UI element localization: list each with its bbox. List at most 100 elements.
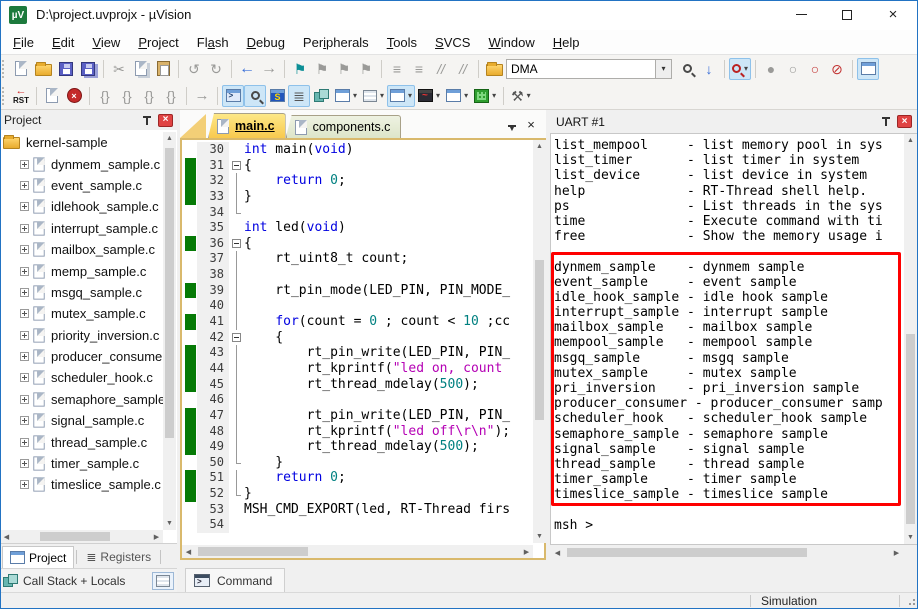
workspace-tab-registers[interactable]: ≣ Registers	[79, 546, 158, 568]
code-line-43[interactable]: 43 rt_pin_write(LED_PIN, PIN_	[184, 345, 533, 361]
fold-collapse-icon[interactable]	[232, 332, 241, 342]
menu-tools[interactable]: Tools	[378, 32, 426, 53]
stop-button[interactable]: ×	[63, 85, 85, 107]
tree-item-scheduler_hook-c[interactable]: scheduler_hook.c	[0, 367, 163, 388]
code-line-45[interactable]: 45 rt_thread_mdelay(500);	[184, 376, 533, 393]
expand-plus-icon[interactable]	[20, 459, 29, 469]
run-to-cursor-button[interactable]: {}	[160, 85, 182, 107]
watch-window-button[interactable]: ▾	[332, 85, 360, 107]
scroll-right-arrow-icon[interactable]: ▶	[890, 546, 903, 559]
code-line-37[interactable]: 37 rt_uint8_t count;	[184, 251, 533, 268]
command-window-tab[interactable]: Command	[185, 568, 285, 592]
uart-panel-close-button[interactable]: ×	[897, 115, 912, 128]
incremental-find-button[interactable]: ↓	[698, 58, 720, 80]
system-viewer-button[interactable]: ▾	[443, 85, 471, 107]
scroll-right-arrow-icon[interactable]: ▶	[520, 545, 533, 558]
previous-bookmark-button[interactable]: ⚑	[311, 58, 333, 80]
expand-plus-icon[interactable]	[20, 352, 29, 362]
editor-horizontal-scrollbar[interactable]: ◀ ▶	[182, 545, 533, 558]
scroll-left-arrow-icon[interactable]: ◀	[182, 545, 195, 558]
editor-tab-main-c[interactable]: main.c	[208, 113, 286, 138]
tree-item-priority_inversion-c[interactable]: priority_inversion.c	[0, 325, 163, 346]
expand-plus-icon[interactable]	[20, 394, 29, 404]
code-line-42[interactable]: 42 {	[184, 329, 533, 346]
expand-plus-icon[interactable]	[20, 159, 29, 169]
code-line-31[interactable]: 31 {	[184, 157, 533, 174]
step-out-button[interactable]: {}	[138, 85, 160, 107]
tree-item-dynmem_sample-c[interactable]: dynmem_sample.c	[0, 153, 163, 174]
scroll-up-arrow-icon[interactable]: ▲	[904, 134, 917, 147]
tree-root-kernel-sample[interactable]: kernel-sample	[0, 132, 163, 153]
expand-plus-icon[interactable]	[20, 330, 29, 340]
debug-tools-button[interactable]: ⚒ ▾	[508, 85, 534, 107]
expand-plus-icon[interactable]	[20, 373, 29, 383]
menu-svcs[interactable]: SVCS	[426, 32, 479, 53]
project-panel-close-button[interactable]: ×	[158, 113, 173, 127]
save-button[interactable]	[55, 58, 77, 80]
scroll-down-arrow-icon[interactable]: ▼	[163, 517, 176, 530]
code-line-33[interactable]: 33}	[184, 188, 533, 205]
disassembly-window-button[interactable]	[244, 84, 266, 107]
expand-plus-icon[interactable]	[20, 202, 29, 212]
code-line-36[interactable]: 36 {	[184, 235, 533, 252]
code-line-30[interactable]: 30 int main(void)	[184, 142, 533, 158]
show-next-statement-button[interactable]: →	[191, 85, 213, 107]
fold-collapse-icon[interactable]	[232, 238, 241, 248]
disable-all-breakpoints-button[interactable]: ○	[804, 58, 826, 80]
menu-help[interactable]: Help	[544, 32, 589, 53]
pin-icon[interactable]	[881, 116, 891, 127]
code-area[interactable]: 30 int main(void) 31{32 return 0; 33} 34 35 in…	[184, 142, 533, 547]
workspace-tab-project[interactable]: Project	[2, 546, 75, 568]
command-window-button[interactable]	[222, 84, 244, 107]
scroll-up-arrow-icon[interactable]: ▲	[163, 132, 176, 145]
uart-vertical-scrollbar[interactable]: ▲ ▼	[904, 134, 917, 544]
tree-item-timeslice_sample-c[interactable]: timeslice_sample.c	[0, 474, 163, 495]
code-line-47[interactable]: 47 rt_pin_write(LED_PIN, PIN_	[184, 407, 533, 424]
serial-window-button[interactable]: ▾	[387, 84, 416, 107]
call-stack-window-button[interactable]	[310, 85, 332, 107]
symbol-window-button[interactable]: S	[266, 85, 288, 107]
minimize-button[interactable]	[778, 0, 824, 29]
tree-item-signal_sample-c[interactable]: signal_sample.c	[0, 410, 163, 431]
expand-plus-icon[interactable]	[20, 180, 29, 190]
code-line-34[interactable]: 34	[184, 204, 533, 221]
code-line-46[interactable]: 46	[184, 392, 533, 408]
scroll-right-arrow-icon[interactable]: ▶	[150, 530, 163, 543]
unindent-button[interactable]: ≡	[408, 58, 430, 80]
tree-item-interrupt_sample-c[interactable]: interrupt_sample.c	[0, 218, 163, 239]
call-stack-locals-bar[interactable]: Call Stack + Locals	[0, 568, 177, 592]
kill-all-breakpoints-button[interactable]: ⊘	[826, 58, 848, 80]
tree-item-producer_consumer[interactable]: producer_consumer	[0, 346, 163, 367]
navigate-forward-button[interactable]: →	[258, 58, 280, 80]
toolbar-grip[interactable]	[2, 59, 8, 78]
close-button[interactable]: ×	[870, 0, 916, 29]
run-button[interactable]: ↓	[41, 85, 63, 107]
step-over-button[interactable]: {}	[116, 85, 138, 107]
memory-window-button-small[interactable]	[152, 571, 174, 590]
tree-item-msgq_sample-c[interactable]: msgq_sample.c	[0, 282, 163, 303]
code-line-51[interactable]: 51 return 0;	[184, 470, 533, 487]
copy-button[interactable]	[130, 58, 152, 80]
start-stop-debug-button[interactable]: ▾	[729, 57, 752, 80]
scroll-left-arrow-icon[interactable]: ◀	[0, 530, 13, 543]
code-line-39[interactable]: 39 rt_pin_mode(LED_PIN, PIN_MODE_	[184, 282, 533, 299]
menu-file[interactable]: File	[4, 32, 43, 53]
maximize-button[interactable]	[824, 0, 870, 29]
open-file-button[interactable]	[32, 58, 55, 80]
project-tree-vertical-scrollbar[interactable]: ▲ ▼	[163, 132, 176, 530]
uncomment-button[interactable]: //	[452, 58, 474, 80]
cut-button[interactable]: ✂	[108, 58, 130, 80]
toolbar-grip[interactable]	[2, 86, 8, 105]
expand-plus-icon[interactable]	[20, 223, 29, 233]
memory-window-button[interactable]: ▾	[360, 85, 387, 107]
tree-item-semaphore_sample-[interactable]: semaphore_sample.	[0, 389, 163, 410]
code-line-32[interactable]: 32 return 0;	[184, 173, 533, 189]
code-line-48[interactable]: 48 rt_kprintf("led off\r\n");	[184, 423, 533, 440]
next-bookmark-button[interactable]: ⚑	[333, 58, 355, 80]
menu-view[interactable]: View	[83, 32, 129, 53]
expand-plus-icon[interactable]	[20, 245, 29, 255]
menu-project[interactable]: Project	[129, 32, 187, 53]
save-all-button[interactable]	[77, 58, 99, 80]
find-in-document-button[interactable]	[676, 58, 698, 80]
clear-bookmarks-button[interactable]: ⚑	[355, 58, 377, 80]
